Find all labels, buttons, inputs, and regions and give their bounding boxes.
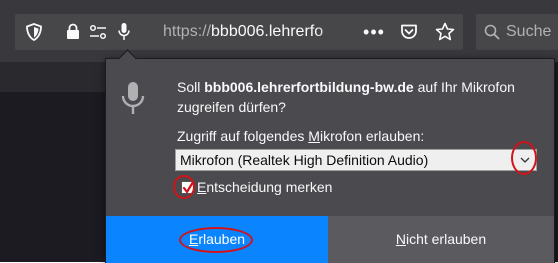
search-bar[interactable]: Suche bbox=[476, 14, 558, 50]
message-host: bbb006.lehrerfortbildung-bw.de bbox=[204, 79, 414, 95]
message-prefix: Soll bbox=[177, 79, 205, 95]
browser-window: https://bbb006.lehrerfo ••• Suche Soll b… bbox=[0, 0, 558, 263]
annotation-ring-checkbox bbox=[173, 175, 195, 199]
permission-message: Soll bbb006.lehrerfortbildung-bw.de auf … bbox=[177, 77, 537, 117]
microphone-permission-panel: Soll bbb006.lehrerfortbildung-bw.de auf … bbox=[105, 49, 555, 263]
url-prefix: https:// bbox=[163, 23, 212, 40]
remember-rest: ntscheidung merken bbox=[206, 179, 333, 195]
url-fade bbox=[315, 14, 355, 50]
device-label-after: ikrofon erlauben: bbox=[319, 128, 425, 144]
search-placeholder: Suche bbox=[506, 23, 552, 40]
permissions-icon[interactable] bbox=[87, 14, 109, 40]
deny-rest: icht erlauben bbox=[405, 231, 487, 247]
navigation-toolbar: https://bbb006.lehrerfo ••• Suche bbox=[0, 0, 558, 62]
shield-icon[interactable] bbox=[23, 14, 45, 41]
lock-icon[interactable] bbox=[64, 14, 82, 40]
url-host: bbb006.lehrerfo bbox=[211, 23, 324, 40]
remember-decision-label[interactable]: Entscheidung merken bbox=[197, 179, 332, 195]
microphone-icon[interactable] bbox=[115, 14, 133, 42]
pocket-icon[interactable] bbox=[397, 14, 421, 40]
annotation-ring-allow bbox=[179, 227, 253, 253]
star-icon[interactable] bbox=[433, 14, 457, 41]
deny-accesskey: N bbox=[395, 231, 406, 247]
annotation-ring-dropdown bbox=[511, 141, 537, 175]
microphone-select[interactable]: Mikrofon (Realtek High Definition Audio) bbox=[175, 149, 537, 171]
remember-accesskey: E bbox=[197, 179, 207, 195]
url-bar[interactable]: https://bbb006.lehrerfo ••• bbox=[15, 14, 463, 50]
more-icon[interactable]: ••• bbox=[362, 14, 386, 50]
microphone-large-icon bbox=[120, 81, 146, 120]
device-label-before: Zugriff auf folgendes bbox=[177, 128, 309, 144]
page-content-strip bbox=[0, 62, 105, 92]
selected-device: Mikrofon (Realtek High Definition Audio) bbox=[180, 152, 429, 168]
search-icon bbox=[484, 14, 502, 40]
deny-button[interactable]: Nicht erlauben bbox=[328, 216, 554, 263]
device-label-accesskey: M bbox=[308, 128, 320, 144]
device-select-label: Zugriff auf folgendes Mikrofon erlauben: bbox=[177, 128, 424, 144]
